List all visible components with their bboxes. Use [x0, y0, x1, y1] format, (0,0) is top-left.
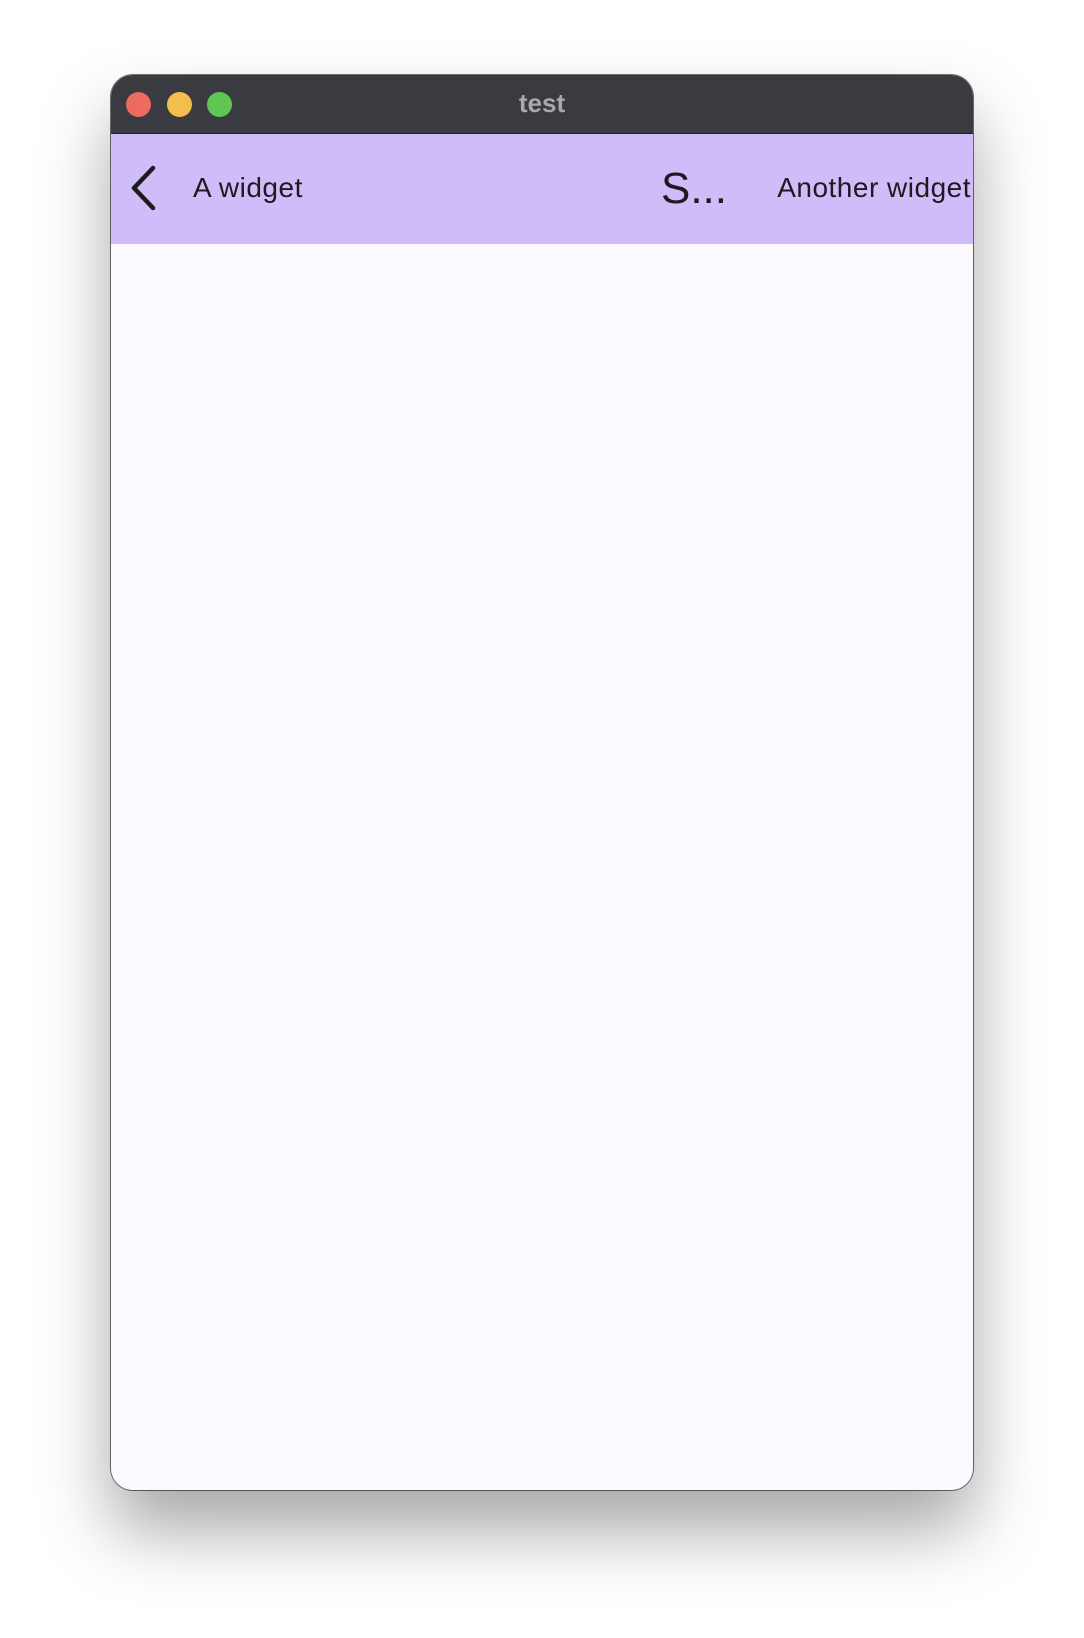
- appbar-title: S...: [660, 164, 728, 213]
- back-button[interactable]: [117, 158, 167, 218]
- window-title: test: [518, 88, 566, 118]
- chevron-left-icon: [131, 165, 156, 211]
- content-area: [111, 244, 973, 1490]
- leading-widget-label: A widget: [193, 172, 303, 203]
- title-bar[interactable]: test: [111, 75, 973, 134]
- app-bar: A widget S... Another widget: [111, 134, 973, 244]
- app-window: test A widget S... Another widget: [111, 75, 973, 1490]
- action-widget-label: Another widget: [777, 172, 971, 203]
